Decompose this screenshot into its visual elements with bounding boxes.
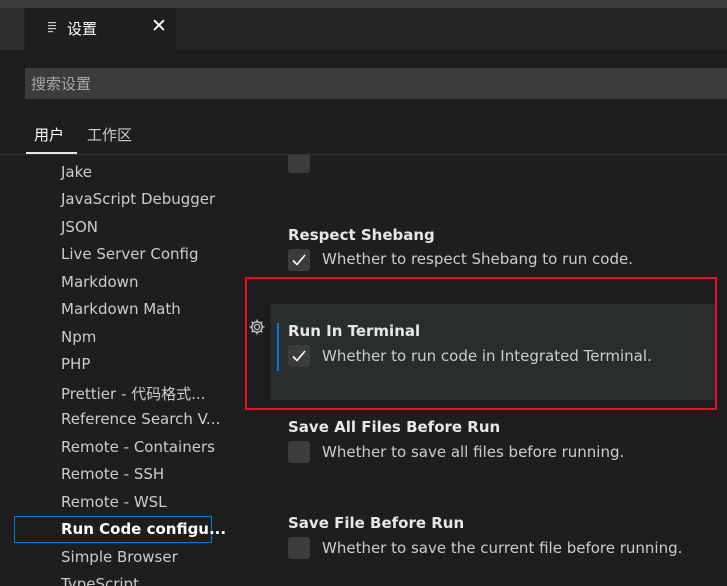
highlight-annotation-box	[245, 277, 717, 410]
setting-description-respect-shebang: Whether to respect Shebang to run code.	[322, 250, 633, 268]
search-settings-input[interactable]	[25, 68, 727, 99]
tab-title: 设置	[67, 20, 98, 38]
editor-tab-bar: 设置 ✕	[0, 8, 727, 50]
settings-toc: Jake JavaScript Debugger JSON Live Serve…	[0, 155, 240, 586]
toc-item-jake[interactable]: Jake	[61, 163, 92, 181]
previous-setting-checkbox[interactable]	[288, 155, 310, 173]
tab-workspace[interactable]: 工作区	[87, 124, 132, 145]
toc-item-markdown-math[interactable]: Markdown Math	[61, 300, 181, 318]
save-file-checkbox[interactable]	[288, 537, 310, 559]
check-icon	[292, 254, 306, 266]
toc-item-live-server-config[interactable]: Live Server Config	[61, 245, 198, 263]
close-icon[interactable]: ✕	[150, 16, 168, 36]
toc-item-remote-ssh[interactable]: Remote - SSH	[61, 465, 164, 483]
save-all-files-checkbox[interactable]	[288, 441, 310, 463]
settings-lines-icon	[48, 20, 58, 34]
toc-item-javascript-debugger[interactable]: JavaScript Debugger	[61, 190, 215, 208]
tab-user[interactable]: 用户	[34, 124, 64, 145]
toc-item-simple-browser[interactable]: Simple Browser	[61, 548, 178, 566]
toc-item-reference-search[interactable]: Reference Search V...	[61, 410, 220, 428]
title-strip	[0, 0, 727, 8]
toc-item-json[interactable]: JSON	[61, 218, 98, 236]
toc-item-markdown[interactable]: Markdown	[61, 273, 138, 291]
setting-title-save-file: Save File Before Run	[288, 514, 465, 532]
toc-item-typescript[interactable]: TypeScript	[61, 575, 139, 586]
toc-item-php[interactable]: PHP	[61, 355, 90, 373]
respect-shebang-checkbox[interactable]	[288, 249, 310, 271]
toc-item-remote-wsl[interactable]: Remote - WSL	[61, 493, 167, 511]
setting-description-save-all-files: Whether to save all files before running…	[322, 443, 625, 461]
setting-description-save-file: Whether to save the current file before …	[322, 539, 683, 557]
tab-bar-empty-area	[0, 8, 24, 50]
setting-title-save-all-files: Save All Files Before Run	[288, 418, 501, 436]
toc-item-prettier[interactable]: Prettier - 代码格式...	[61, 383, 205, 404]
setting-title-respect-shebang: Respect Shebang	[288, 226, 435, 244]
toc-item-remote-containers[interactable]: Remote - Containers	[61, 438, 215, 456]
toc-item-run-code-configuration[interactable]: Run Code configu...	[61, 520, 226, 538]
toc-item-npm[interactable]: Npm	[61, 328, 96, 346]
settings-tab[interactable]: 设置 ✕	[26, 8, 176, 50]
